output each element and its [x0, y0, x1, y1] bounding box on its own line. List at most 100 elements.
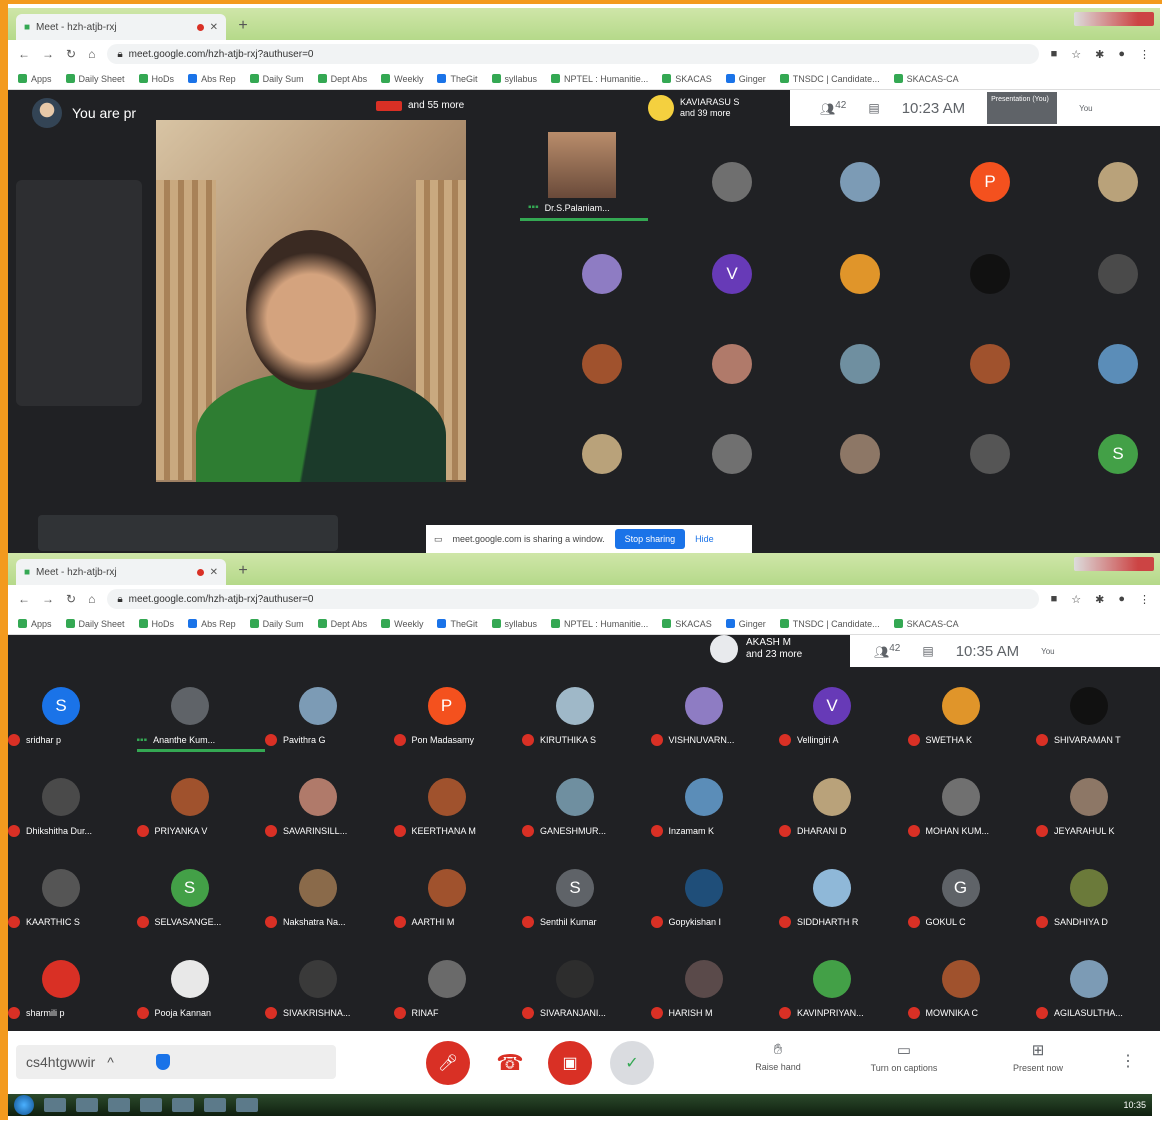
- browser-tab[interactable]: ■ Meet - hzh-atjb-rxj ✕: [16, 14, 226, 40]
- star-icon[interactable]: ☆: [1071, 48, 1081, 61]
- participant-avatar[interactable]: [582, 434, 622, 474]
- participant-tile[interactable]: Dhikshitha Dur...: [8, 766, 136, 856]
- bookmark-item[interactable]: Apps: [18, 619, 52, 629]
- taskbar-item[interactable]: [236, 1098, 258, 1112]
- participant-tile[interactable]: SIDDHARTH R: [779, 857, 907, 947]
- participant-avatar[interactable]: [712, 344, 752, 384]
- bookmark-item[interactable]: Apps: [18, 74, 52, 84]
- participant-tile[interactable]: KEERTHANA M: [393, 766, 522, 856]
- bookmark-item[interactable]: Ginger: [725, 619, 766, 629]
- bookmark-item[interactable]: TheGit: [437, 619, 478, 629]
- participant-tile[interactable]: SWETHA K: [907, 675, 1036, 765]
- window-controls[interactable]: [1074, 12, 1154, 26]
- presentation-thumbnail[interactable]: Presentation (You): [987, 92, 1058, 124]
- menu-icon[interactable]: ⋮: [1139, 48, 1150, 61]
- present-now-button[interactable]: ⊞ Present now: [988, 1041, 1088, 1073]
- bookmark-item[interactable]: Daily Sheet: [65, 619, 125, 629]
- camera-toggle-button[interactable]: ▣: [548, 1041, 592, 1085]
- forward-icon[interactable]: →: [42, 592, 54, 606]
- participant-tile[interactable]: SIVAKRISHNA...: [265, 948, 393, 1038]
- participant-tile[interactable]: MOHAN KUM...: [907, 766, 1036, 856]
- participant-tile[interactable]: Ssridhar p: [8, 675, 136, 765]
- new-tab-button[interactable]: +: [232, 16, 254, 36]
- extensions-icon[interactable]: ✱: [1095, 593, 1104, 606]
- participant-tile[interactable]: SIVARANJANI...: [522, 948, 650, 1038]
- participant-tile[interactable]: PRIYANKA V: [136, 766, 265, 856]
- start-button[interactable]: [14, 1095, 34, 1115]
- participant-avatar[interactable]: [970, 344, 1010, 384]
- profile-icon[interactable]: ●: [1118, 48, 1125, 61]
- bookmark-item[interactable]: Abs Rep: [188, 74, 236, 84]
- hide-button[interactable]: Hide: [695, 534, 714, 544]
- participant-tile[interactable]: Pavithra G: [265, 675, 393, 765]
- camera-indicator-icon[interactable]: ■: [1051, 593, 1058, 606]
- bookmark-item[interactable]: Dept Abs: [317, 619, 367, 629]
- participant-tile[interactable]: KAARTHIC S: [8, 857, 136, 947]
- mic-toggle-button[interactable]: 🎤︎: [426, 1041, 470, 1085]
- chat-icon[interactable]: ▤: [868, 101, 879, 115]
- url-field[interactable]: 🔒︎ meet.google.com/hzh-atjb-rxj?authuser=…: [107, 44, 1039, 64]
- participant-avatar[interactable]: [840, 162, 880, 202]
- participant-tile[interactable]: S SELVASANGE...: [136, 857, 265, 947]
- participant-tile[interactable]: SANDHIYA D: [1036, 857, 1160, 947]
- camera-indicator-icon[interactable]: ■: [1051, 48, 1058, 61]
- star-icon[interactable]: ☆: [1071, 593, 1081, 606]
- confirm-button[interactable]: ✓: [610, 1041, 654, 1085]
- home-icon[interactable]: ⌂: [88, 47, 95, 61]
- captions-button[interactable]: ▭ Turn on captions: [854, 1041, 954, 1073]
- participant-tile[interactable]: RINAF: [393, 948, 522, 1038]
- bookmark-item[interactable]: Daily Sheet: [65, 74, 125, 84]
- participant-avatar[interactable]: [840, 254, 880, 294]
- main-video-tile[interactable]: [156, 120, 466, 482]
- participant-avatar[interactable]: [1098, 162, 1138, 202]
- participant-tile[interactable]: Gopykishan I: [650, 857, 779, 947]
- new-tab-button[interactable]: +: [232, 561, 254, 581]
- participant-avatar[interactable]: [582, 344, 622, 384]
- participant-tile[interactable]: P Pon Madasamy: [393, 675, 522, 765]
- extensions-icon[interactable]: ✱: [1095, 48, 1104, 61]
- taskbar-item[interactable]: [44, 1098, 66, 1112]
- browser-tab[interactable]: ■ Meet - hzh-atjb-rxj ✕: [16, 559, 226, 585]
- bookmark-item[interactable]: syllabus: [491, 619, 537, 629]
- bookmark-item[interactable]: Ginger: [725, 74, 766, 84]
- participant-avatar[interactable]: S: [1098, 434, 1138, 474]
- bookmark-item[interactable]: HoDs: [138, 619, 174, 629]
- participants-icon[interactable]: 👥︎42: [820, 100, 846, 116]
- participant-tile[interactable]: Inzamam K: [650, 766, 779, 856]
- bookmark-item[interactable]: HoDs: [138, 74, 174, 84]
- bookmark-item[interactable]: TheGit: [437, 74, 478, 84]
- bookmark-item[interactable]: Weekly: [381, 619, 423, 629]
- stop-sharing-button[interactable]: Stop sharing: [614, 529, 686, 549]
- participant-tile[interactable]: Nakshatra Na...: [265, 857, 393, 947]
- participant-tile[interactable]: AARTHI M: [393, 857, 522, 947]
- participant-avatar[interactable]: [840, 344, 880, 384]
- bookmark-item[interactable]: Weekly: [381, 74, 423, 84]
- bookmark-item[interactable]: SKACAS: [662, 619, 712, 629]
- back-icon[interactable]: ←: [18, 592, 30, 606]
- chevron-up-icon[interactable]: ^: [107, 1054, 114, 1070]
- participant-avatar[interactable]: [840, 434, 880, 474]
- participant-tile[interactable]: KIRUTHIKA S: [522, 675, 650, 765]
- taskbar-item[interactable]: [204, 1098, 226, 1112]
- bookmark-item[interactable]: TNSDC | Candidate...: [779, 619, 880, 629]
- close-tab-icon[interactable]: ✕: [210, 567, 218, 578]
- bookmark-item[interactable]: Daily Sum: [249, 619, 304, 629]
- taskbar-item[interactable]: [108, 1098, 130, 1112]
- taskbar-item[interactable]: [76, 1098, 98, 1112]
- participant-tile[interactable]: GANESHMUR...: [522, 766, 650, 856]
- bookmark-item[interactable]: SKACAS: [662, 74, 712, 84]
- bookmark-item[interactable]: SKACAS-CA: [893, 74, 959, 84]
- participant-avatar[interactable]: [712, 162, 752, 202]
- close-tab-icon[interactable]: ✕: [210, 22, 218, 33]
- forward-icon[interactable]: →: [42, 47, 54, 61]
- participant-tile[interactable]: G GOKUL C: [907, 857, 1036, 947]
- participant-avatar[interactable]: [970, 254, 1010, 294]
- participant-avatar[interactable]: V: [712, 254, 752, 294]
- more-icon[interactable]: ⋮: [1120, 1051, 1136, 1071]
- participant-tile[interactable]: SAVARINSILL...: [265, 766, 393, 856]
- participant-tile[interactable]: VISHNUVARN...: [650, 675, 779, 765]
- bookmark-item[interactable]: TNSDC | Candidate...: [779, 74, 880, 84]
- taskbar-item[interactable]: [140, 1098, 162, 1112]
- participant-tile[interactable]: AGILASULTHA...: [1036, 948, 1160, 1038]
- participant-tile[interactable]: sharmili p: [8, 948, 136, 1038]
